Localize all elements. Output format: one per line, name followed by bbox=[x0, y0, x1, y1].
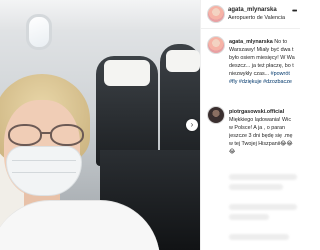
glasses-lens bbox=[8, 124, 42, 146]
blurred-comment bbox=[229, 174, 297, 180]
blurred-comment bbox=[229, 204, 297, 210]
blurred-comment bbox=[229, 214, 269, 220]
caption-line: Warszawy! Miały być dwa t bbox=[229, 47, 294, 53]
mask-fold bbox=[12, 160, 76, 161]
comment-emoji: 😂 bbox=[229, 149, 236, 155]
hashtag-link[interactable]: #powrót bbox=[271, 71, 290, 77]
caption-line: było osiem miesięcy! W Wa bbox=[229, 55, 295, 61]
avatar[interactable] bbox=[207, 5, 225, 23]
comment-line: Miękkiego lądowania! Wic bbox=[229, 117, 292, 123]
glasses-lens bbox=[50, 124, 84, 146]
comment-line: w Polsce! A ja , o paran bbox=[229, 125, 286, 131]
hashtag-line[interactable]: #fly #dziękuje #dzozbacze bbox=[229, 78, 300, 86]
mask-fold bbox=[12, 172, 76, 173]
chevron-right-icon[interactable]: › bbox=[186, 119, 198, 131]
caption-author[interactable]: agata_mlynarska bbox=[229, 39, 273, 45]
caption-line: niezwykły czas... #powrót bbox=[229, 71, 290, 77]
caption-line: agata_mlynarska No to bbox=[229, 39, 288, 45]
post-author-username[interactable]: agata_mlynarska bbox=[228, 7, 277, 13]
white-shirt bbox=[0, 200, 160, 250]
comment-line: jeszcze 3 dni będę się .mę bbox=[229, 133, 293, 139]
comments-panel: agata_mlynarska Aeropuerto de Valencia •… bbox=[200, 0, 300, 250]
blurred-comment bbox=[229, 184, 283, 190]
avatar[interactable] bbox=[207, 106, 225, 124]
post-location[interactable]: Aeropuerto de Valencia bbox=[228, 15, 285, 21]
comment-line: w tej Twojej Hiszpanii😂😂 bbox=[229, 141, 293, 147]
blurred-comment bbox=[229, 234, 289, 240]
glasses bbox=[2, 124, 88, 146]
post-header: agata_mlynarska Aeropuerto de Valencia •… bbox=[201, 0, 300, 29]
comment-author[interactable]: piotrgasowski.official bbox=[229, 109, 284, 115]
caption-line: deszcz... ja też płaczę, bo t bbox=[229, 63, 294, 69]
more-options-icon[interactable]: ••• bbox=[292, 8, 297, 15]
comment-author-line: piotrgasowski.official bbox=[229, 108, 300, 116]
woman-selfie bbox=[0, 0, 200, 250]
avatar[interactable] bbox=[207, 36, 225, 54]
post-photo[interactable]: › bbox=[0, 0, 200, 250]
